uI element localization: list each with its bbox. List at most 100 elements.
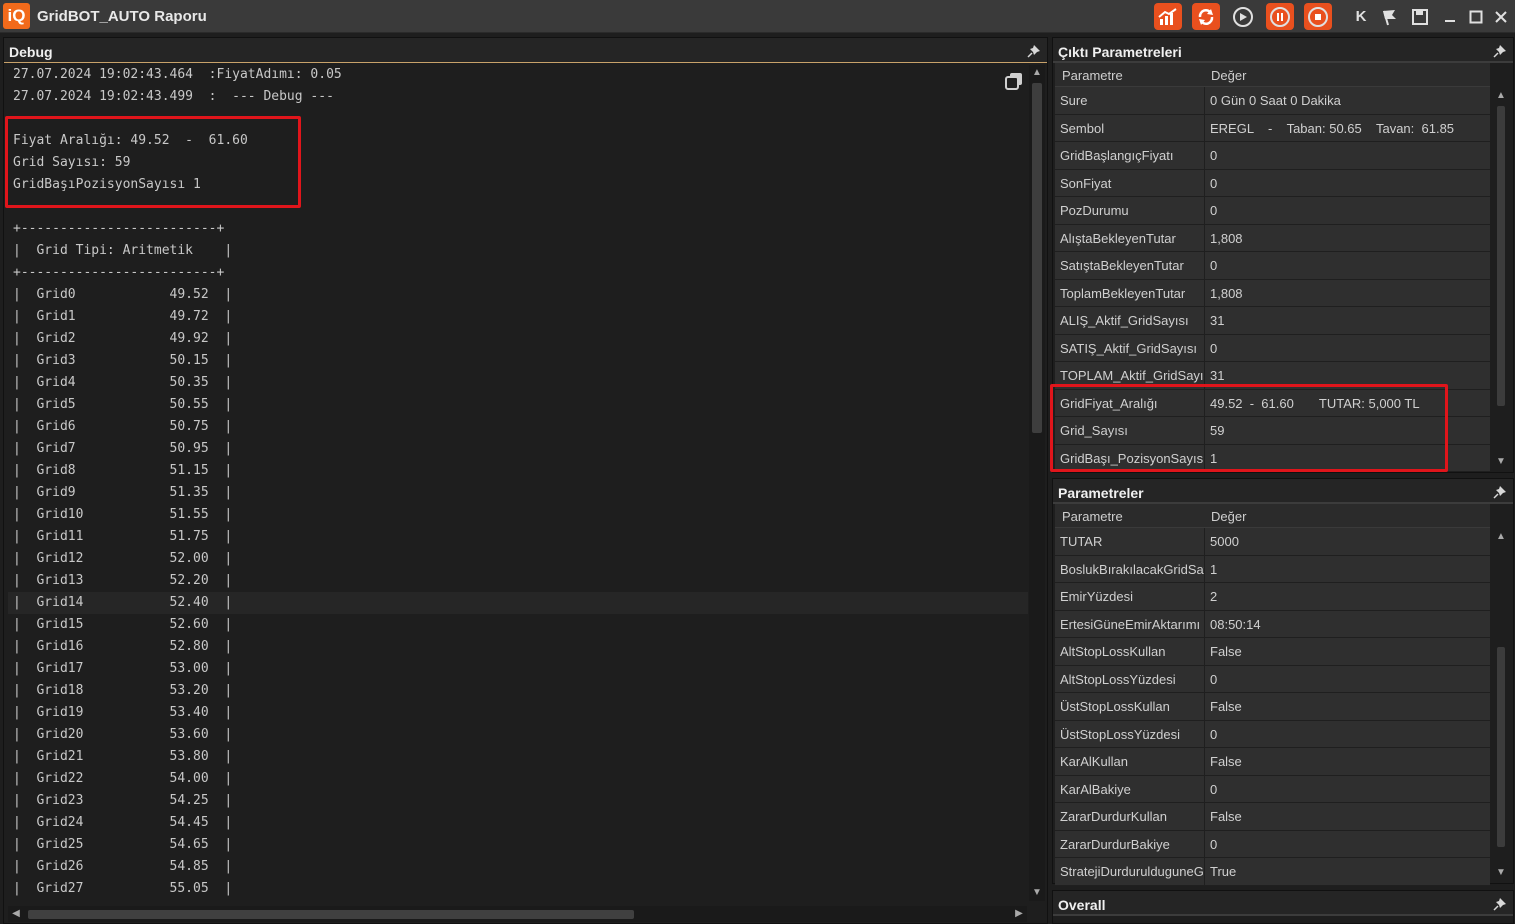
param-value-cell[interactable]: 1,808 [1206,280,1490,307]
grid-row[interactable]: KarAlBakiye 0 [1055,775,1490,803]
minimize-icon [1445,19,1455,22]
param-value-cell[interactable]: 5000 [1206,528,1490,555]
console-line: | Grid6 50.75 | [13,419,233,434]
param-value-cell[interactable]: 31 [1206,307,1490,334]
scroll-thumb[interactable] [1497,647,1505,847]
console-line: | Grid0 49.52 | [13,287,233,302]
grid-row[interactable]: TUTAR 5000 [1055,528,1490,556]
console-line: 27.07.2024 19:02:43.499 : --- Debug --- [13,89,334,104]
grid-row[interactable]: ZararDurdurKullan False [1055,803,1490,831]
param-value-cell[interactable]: 1,808 [1206,225,1490,252]
output-params-scrollbar[interactable]: ▲ ▼ [1493,88,1509,470]
scroll-up-icon[interactable]: ▲ [1029,65,1045,81]
param-value-cell[interactable]: False [1206,638,1490,665]
param-value-cell[interactable]: 0 [1206,666,1490,693]
param-name-cell: AltStopLossKullan [1055,638,1205,665]
scroll-down-icon[interactable]: ▼ [1029,885,1045,901]
param-value-cell[interactable]: 2 [1206,583,1490,610]
scroll-thumb[interactable] [1497,106,1505,406]
flag-button[interactable] [1376,3,1404,30]
param-value-cell[interactable]: 0 [1206,252,1490,279]
column-header-value[interactable]: Değer [1211,68,1246,83]
pin-icon[interactable] [1493,897,1507,911]
param-name-cell: PozDurumu [1055,197,1205,224]
grid-row[interactable]: ÜstStopLossKullan False [1055,693,1490,721]
close-icon [1495,10,1507,23]
param-value-cell[interactable]: 1 [1206,556,1490,583]
console-line: | Grid19 53.40 | [13,705,233,720]
param-value-cell[interactable]: 0 [1206,831,1490,858]
scroll-up-icon[interactable]: ▲ [1493,88,1509,104]
grid-row[interactable]: SonFiyat 0 [1055,169,1490,197]
refresh-icon [1198,8,1214,25]
grid-row[interactable]: Sembol EREGL - Taban: 50.65 Tavan: 61.85 [1055,114,1490,142]
flag-icon [1383,9,1396,25]
column-header-param[interactable]: Parametre [1062,68,1123,83]
scroll-up-icon[interactable]: ▲ [1493,529,1509,545]
console-line: | Grid16 52.80 | [13,639,233,654]
param-value-cell[interactable]: False [1206,803,1490,830]
console-line: | Grid7 50.95 | [13,441,233,456]
grid-row[interactable]: PozDurumu 0 [1055,197,1490,225]
grid-row[interactable]: ALIŞ_Aktif_GridSayısı 31 [1055,307,1490,335]
close-button[interactable] [1487,3,1515,30]
grid-row[interactable]: ÜstStopLossYüzdesi 0 [1055,720,1490,748]
scroll-down-icon[interactable]: ▼ [1493,454,1509,470]
pin-icon[interactable] [1493,44,1507,58]
grid-row[interactable]: Sure 0 Gün 0 Saat 0 Dakika [1055,87,1490,115]
save-icon [1412,8,1428,25]
param-value-cell[interactable]: 0 [1206,335,1490,362]
grid-row[interactable]: KarAlKullan False [1055,748,1490,776]
param-value-cell[interactable]: 0 Gün 0 Saat 0 Dakika [1206,87,1490,114]
grid-row[interactable]: AlıştaBekleyenTutar 1,808 [1055,224,1490,252]
grid-row[interactable]: ErtesiGüneEmirAktarımı 08:50:14 [1055,610,1490,638]
scroll-left-icon[interactable]: ◀ [8,906,24,922]
param-value-cell[interactable]: 0 [1206,197,1490,224]
params-scrollbar[interactable]: ▲ ▼ [1493,529,1509,881]
grid-row[interactable]: ZararDurdurBakiye 0 [1055,830,1490,858]
param-name-cell: AlıştaBekleyenTutar [1055,224,1205,251]
param-value-cell[interactable]: EREGL - Taban: 50.65 Tavan: 61.85 [1206,115,1490,142]
pin-icon[interactable] [1493,485,1507,499]
param-value-cell[interactable]: True [1206,858,1490,885]
scroll-down-icon[interactable]: ▼ [1493,865,1509,881]
grid-row[interactable]: ToplamBekleyenTutar 1,808 [1055,279,1490,307]
param-value-cell[interactable]: 0 [1206,721,1490,748]
grid-row[interactable]: SatıştaBekleyenTutar 0 [1055,252,1490,280]
grid-row[interactable]: GridBaşlangıçFiyatı 0 [1055,142,1490,170]
scroll-right-icon[interactable]: ▶ [1011,906,1027,922]
param-value-cell[interactable]: False [1206,693,1490,720]
play-button[interactable] [1229,3,1257,30]
param-value-cell[interactable]: 0 [1206,776,1490,803]
scroll-thumb[interactable] [28,910,634,919]
grid-row[interactable]: AltStopLossKullan False [1055,638,1490,666]
minimize-button[interactable] [1436,3,1464,30]
grid-row[interactable]: BoslukBırakılacakGridSayısı1 [1055,555,1490,583]
debug-horizontal-scrollbar[interactable]: ◀ ▶ [8,906,1027,922]
maximize-button[interactable] [1462,3,1490,30]
console-line: | Grid Tipi: Aritmetik | [13,243,233,258]
param-value-cell[interactable]: 0 [1206,170,1490,197]
column-header-value[interactable]: Değer [1211,509,1246,524]
output-params-grid-header: Parametre Değer [1055,63,1490,87]
param-value-cell[interactable]: False [1206,748,1490,775]
debug-vertical-scrollbar[interactable]: ▲ ▼ [1029,65,1045,901]
console-line: | Grid14 52.40 | [8,592,1028,614]
refresh-button[interactable] [1192,3,1220,30]
scroll-thumb[interactable] [1032,83,1042,433]
grid-row[interactable]: SATIŞ_Aktif_GridSayısı 0 [1055,334,1490,362]
chart-button[interactable] [1154,3,1182,30]
grid-row[interactable]: StratejiDurdurulduguneGöreTrue [1055,858,1490,886]
k-button[interactable]: K [1347,3,1375,30]
param-value-cell[interactable]: 08:50:14 [1206,611,1490,638]
console-line: | Grid13 52.20 | [13,573,233,588]
grid-row[interactable]: AltStopLossYüzdesi 0 [1055,665,1490,693]
grid-row[interactable]: EmirYüzdesi 2 [1055,583,1490,611]
copy-icon[interactable] [1004,71,1024,91]
pause-button[interactable] [1266,3,1294,30]
save-button[interactable] [1406,3,1434,30]
param-value-cell[interactable]: 0 [1206,142,1490,169]
column-header-param[interactable]: Parametre [1062,509,1123,524]
pin-icon[interactable] [1027,44,1041,58]
stop-button[interactable] [1304,3,1332,30]
